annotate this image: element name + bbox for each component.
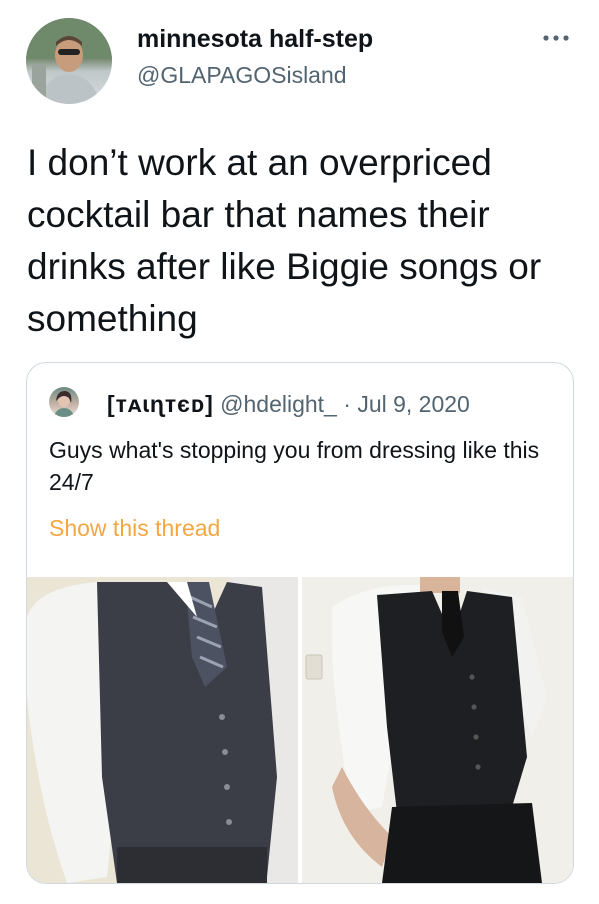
tweet-text: I don’t work at an overpriced cocktail b… [27,142,542,339]
photo-vest-gray-striped-tie[interactable] [27,577,298,883]
tweet: minnesota half-step @GLAPAGOSisland I do… [0,0,599,904]
quoted-tweet-header: [ᴛᴀɩɳᴛєᴅ] @hdelight_ · Jul 9, 2020 [107,391,470,418]
quoted-date[interactable]: Jul 9, 2020 [357,391,470,417]
quoted-author-avatar[interactable] [49,387,79,417]
author-avatar[interactable] [26,18,112,104]
quoted-tweet-text: Guys what's stopping you from dressing l… [49,437,540,495]
author-display-name[interactable]: minnesota half-step [137,25,373,54]
show-thread-link[interactable]: Show this thread [49,515,220,542]
quoted-separator: · [343,391,351,417]
photo-vest-black-tie[interactable] [302,577,573,883]
more-horizontal-icon[interactable] [541,31,573,43]
quoted-handle[interactable]: @hdelight_ [220,391,337,417]
quoted-display-name[interactable]: [ᴛᴀɩɳᴛєᴅ] [107,391,214,417]
author-handle[interactable]: @GLAPAGOSisland [137,62,347,89]
quoted-tweet-card[interactable]: [ᴛᴀɩɳᴛєᴅ] @hdelight_ · Jul 9, 2020 Guys … [26,362,574,884]
